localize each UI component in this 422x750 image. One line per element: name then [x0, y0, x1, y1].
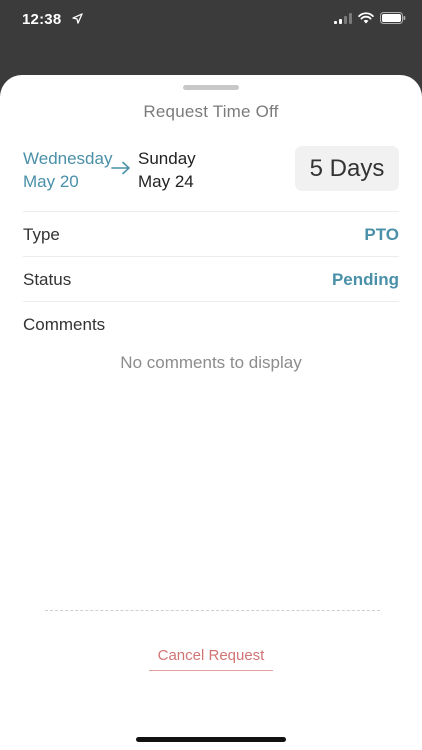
status-value: Pending [331, 269, 399, 289]
start-weekday: Wednesday [23, 149, 113, 168]
cancel-request-button[interactable]: Cancel Request [149, 641, 273, 671]
arrow-right-icon [111, 161, 130, 175]
duration-badge: 5 Days [295, 146, 399, 191]
date-range: Wednesday May 20 Sunday May 24 5 Days [23, 146, 399, 199]
status-indicators [334, 12, 406, 24]
request-details-sheet: Request Time Off Wednesday May 20 Sunday… [0, 75, 422, 750]
type-row: Type PTO [23, 211, 399, 257]
start-date: Wednesday May 20 [23, 147, 112, 193]
status-label: Status [23, 269, 72, 289]
sheet-title: Request Time Off [143, 102, 279, 121]
location-arrow-icon [72, 13, 83, 24]
end-date: Sunday May 24 [138, 147, 196, 193]
battery-icon [380, 12, 406, 24]
status-bar: 12:38 [0, 0, 422, 44]
sheet-grabber-handle[interactable] [183, 85, 239, 90]
cellular-signal-icon [334, 12, 352, 24]
status-row: Status Pending [23, 256, 399, 302]
start-day: May 20 [23, 172, 79, 191]
home-indicator[interactable] [136, 737, 286, 742]
comments-label: Comments [23, 314, 106, 334]
comments-row: Comments [23, 301, 399, 347]
wifi-icon [358, 12, 374, 24]
end-day: May 24 [138, 172, 194, 191]
dashed-divider [45, 610, 380, 611]
end-weekday: Sunday [138, 149, 196, 168]
type-value: PTO [364, 224, 399, 244]
type-label: Type [23, 224, 60, 244]
status-time: 12:38 [22, 11, 62, 28]
comments-empty-message: No comments to display [120, 353, 302, 372]
